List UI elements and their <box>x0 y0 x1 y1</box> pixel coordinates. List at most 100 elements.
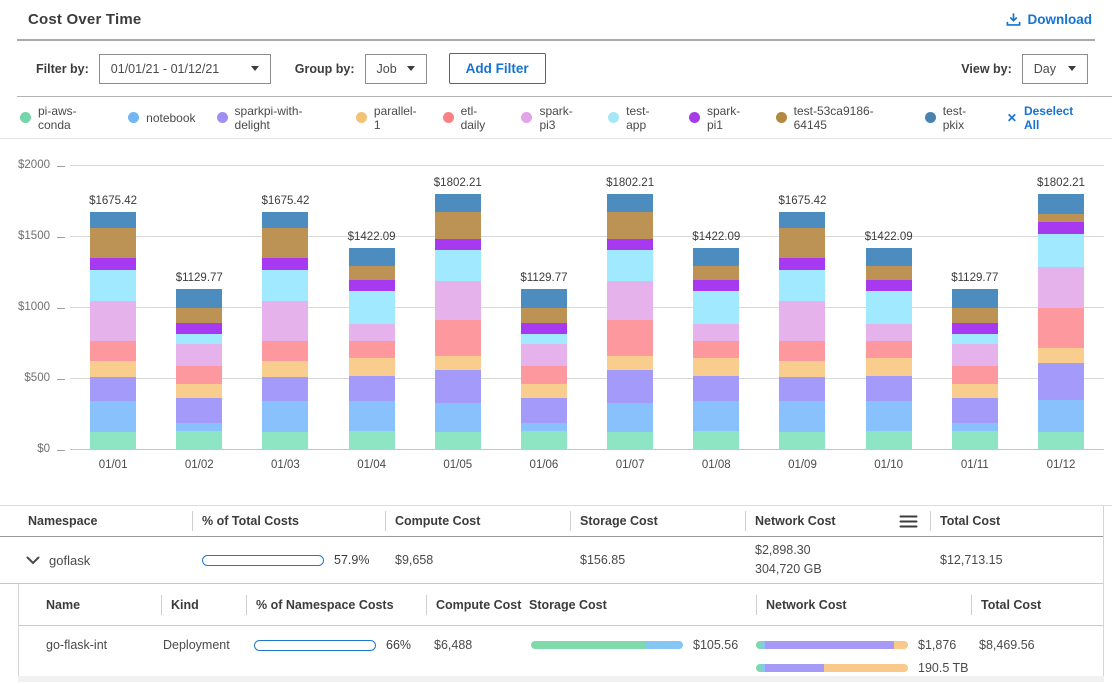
bar-segment-spark-pi1[interactable] <box>1038 222 1084 234</box>
bar-segment-spark-pi3[interactable] <box>607 281 653 320</box>
bar-segment-spark-pi1[interactable] <box>779 258 825 270</box>
bar-segment-spark-pi3[interactable] <box>866 324 912 341</box>
table-row-go-flask-int[interactable]: go-flask-int Deployment 66% $6,488 $105.… <box>19 626 1103 682</box>
bar-segment-spark-pi1[interactable] <box>866 280 912 290</box>
bar-segment-test-app[interactable] <box>1038 234 1084 267</box>
bar-segment-pi-aws-conda[interactable] <box>435 432 481 450</box>
bar-segment-etl-daily[interactable] <box>952 366 998 384</box>
bar-segment-etl-daily[interactable] <box>176 366 222 384</box>
date-range-select[interactable]: 01/01/21 - 01/12/21 <box>99 54 271 84</box>
bar-segment-pi-aws-conda[interactable] <box>1038 432 1084 450</box>
bar-segment-test-53ca9186-64145[interactable] <box>779 228 825 258</box>
legend-item-spark-pi3[interactable]: spark-pi3 <box>521 104 587 132</box>
bar-segment-notebook[interactable] <box>349 401 395 432</box>
bar-segment-parallel-1[interactable] <box>1038 348 1084 364</box>
bar-segment-test-pkix[interactable] <box>693 248 739 266</box>
bar-segment-spark-pi1[interactable] <box>262 258 308 270</box>
bar-segment-spark-pi3[interactable] <box>176 344 222 366</box>
bar-segment-parallel-1[interactable] <box>693 358 739 375</box>
legend-item-test-pkix[interactable]: test-pkix <box>925 104 986 132</box>
bar-segment-pi-aws-conda[interactable] <box>521 431 567 450</box>
bar-segment-test-53ca9186-64145[interactable] <box>262 228 308 258</box>
bar-segment-test-53ca9186-64145[interactable] <box>521 308 567 323</box>
bar-segment-notebook[interactable] <box>693 401 739 432</box>
bar-segment-sparkpi-with-delight[interactable] <box>262 377 308 401</box>
bar-segment-sparkpi-with-delight[interactable] <box>607 370 653 403</box>
column-settings-icon[interactable] <box>899 514 918 529</box>
bar-segment-sparkpi-with-delight[interactable] <box>521 398 567 422</box>
bar-segment-sparkpi-with-delight[interactable] <box>90 377 136 401</box>
bar-segment-sparkpi-with-delight[interactable] <box>1038 363 1084 399</box>
bar-segment-etl-daily[interactable] <box>521 366 567 384</box>
bar-segment-etl-daily[interactable] <box>607 320 653 356</box>
bar-segment-etl-daily[interactable] <box>90 341 136 361</box>
bar-segment-test-53ca9186-64145[interactable] <box>952 308 998 323</box>
legend-item-etl-daily[interactable]: etl-daily <box>443 104 501 132</box>
bar-segment-notebook[interactable] <box>262 401 308 431</box>
bar-segment-spark-pi3[interactable] <box>693 324 739 341</box>
bar-segment-sparkpi-with-delight[interactable] <box>952 398 998 422</box>
bar-segment-parallel-1[interactable] <box>262 361 308 377</box>
bar-segment-parallel-1[interactable] <box>952 384 998 398</box>
bar-segment-notebook[interactable] <box>952 423 998 431</box>
bar-segment-pi-aws-conda[interactable] <box>349 431 395 450</box>
legend-item-parallel-1[interactable]: parallel-1 <box>356 104 422 132</box>
download-button[interactable]: Download <box>1006 12 1093 27</box>
bar-segment-test-pkix[interactable] <box>1038 194 1084 213</box>
bar-segment-notebook[interactable] <box>1038 400 1084 433</box>
bar-segment-test-pkix[interactable] <box>607 194 653 211</box>
bar-segment-test-pkix[interactable] <box>779 212 825 227</box>
bar-segment-notebook[interactable] <box>521 423 567 431</box>
bar-segment-spark-pi1[interactable] <box>952 323 998 334</box>
legend-item-test-app[interactable]: test-app <box>608 104 668 132</box>
bar-segment-notebook[interactable] <box>779 401 825 431</box>
bar-segment-test-app[interactable] <box>693 291 739 324</box>
bar-segment-test-pkix[interactable] <box>521 289 567 308</box>
bar-segment-spark-pi3[interactable] <box>779 301 825 341</box>
bar-segment-spark-pi1[interactable] <box>607 239 653 250</box>
bar-segment-test-app[interactable] <box>176 334 222 344</box>
bar-stack-01/11[interactable] <box>952 289 998 450</box>
bar-segment-spark-pi3[interactable] <box>952 344 998 366</box>
bar-segment-spark-pi1[interactable] <box>90 258 136 270</box>
bar-segment-parallel-1[interactable] <box>607 356 653 370</box>
bar-stack-01/01[interactable] <box>90 212 136 450</box>
bar-segment-test-app[interactable] <box>521 334 567 344</box>
bar-segment-test-pkix[interactable] <box>262 212 308 227</box>
bar-segment-etl-daily[interactable] <box>779 341 825 361</box>
bar-segment-sparkpi-with-delight[interactable] <box>349 376 395 401</box>
bar-segment-notebook[interactable] <box>866 401 912 432</box>
bar-segment-notebook[interactable] <box>176 423 222 431</box>
bar-segment-etl-daily[interactable] <box>349 341 395 358</box>
bar-segment-test-53ca9186-64145[interactable] <box>176 308 222 323</box>
bar-segment-spark-pi3[interactable] <box>1038 267 1084 309</box>
bar-segment-pi-aws-conda[interactable] <box>176 431 222 450</box>
bar-stack-01/07[interactable] <box>607 194 653 450</box>
bar-segment-test-pkix[interactable] <box>176 289 222 308</box>
bar-stack-01/06[interactable] <box>521 289 567 450</box>
bar-segment-notebook[interactable] <box>607 403 653 433</box>
bar-segment-spark-pi1[interactable] <box>349 280 395 290</box>
bar-segment-spark-pi1[interactable] <box>521 323 567 334</box>
bar-segment-spark-pi3[interactable] <box>90 301 136 341</box>
view-by-select[interactable]: Day <box>1022 54 1088 84</box>
bar-segment-test-app[interactable] <box>866 291 912 324</box>
bar-stack-01/08[interactable] <box>693 248 739 450</box>
bar-stack-01/02[interactable] <box>176 289 222 450</box>
bar-segment-test-app[interactable] <box>779 270 825 302</box>
deselect-all-button[interactable]: ✕ Deselect All <box>1007 104 1090 132</box>
bar-segment-notebook[interactable] <box>90 401 136 431</box>
bar-segment-etl-daily[interactable] <box>1038 308 1084 348</box>
legend-item-test-53ca9186-64145[interactable]: test-53ca9186-64145 <box>776 104 904 132</box>
bar-segment-notebook[interactable] <box>435 403 481 433</box>
bar-segment-etl-daily[interactable] <box>262 341 308 361</box>
legend-item-sparkpi-with-delight[interactable]: sparkpi-with-delight <box>217 104 335 132</box>
bar-segment-sparkpi-with-delight[interactable] <box>435 370 481 403</box>
bar-segment-pi-aws-conda[interactable] <box>779 432 825 451</box>
bar-segment-test-app[interactable] <box>262 270 308 302</box>
bar-segment-spark-pi1[interactable] <box>435 239 481 250</box>
bar-segment-pi-aws-conda[interactable] <box>866 431 912 450</box>
bar-segment-spark-pi3[interactable] <box>349 324 395 341</box>
bar-stack-01/03[interactable] <box>262 212 308 450</box>
bar-segment-pi-aws-conda[interactable] <box>607 432 653 450</box>
